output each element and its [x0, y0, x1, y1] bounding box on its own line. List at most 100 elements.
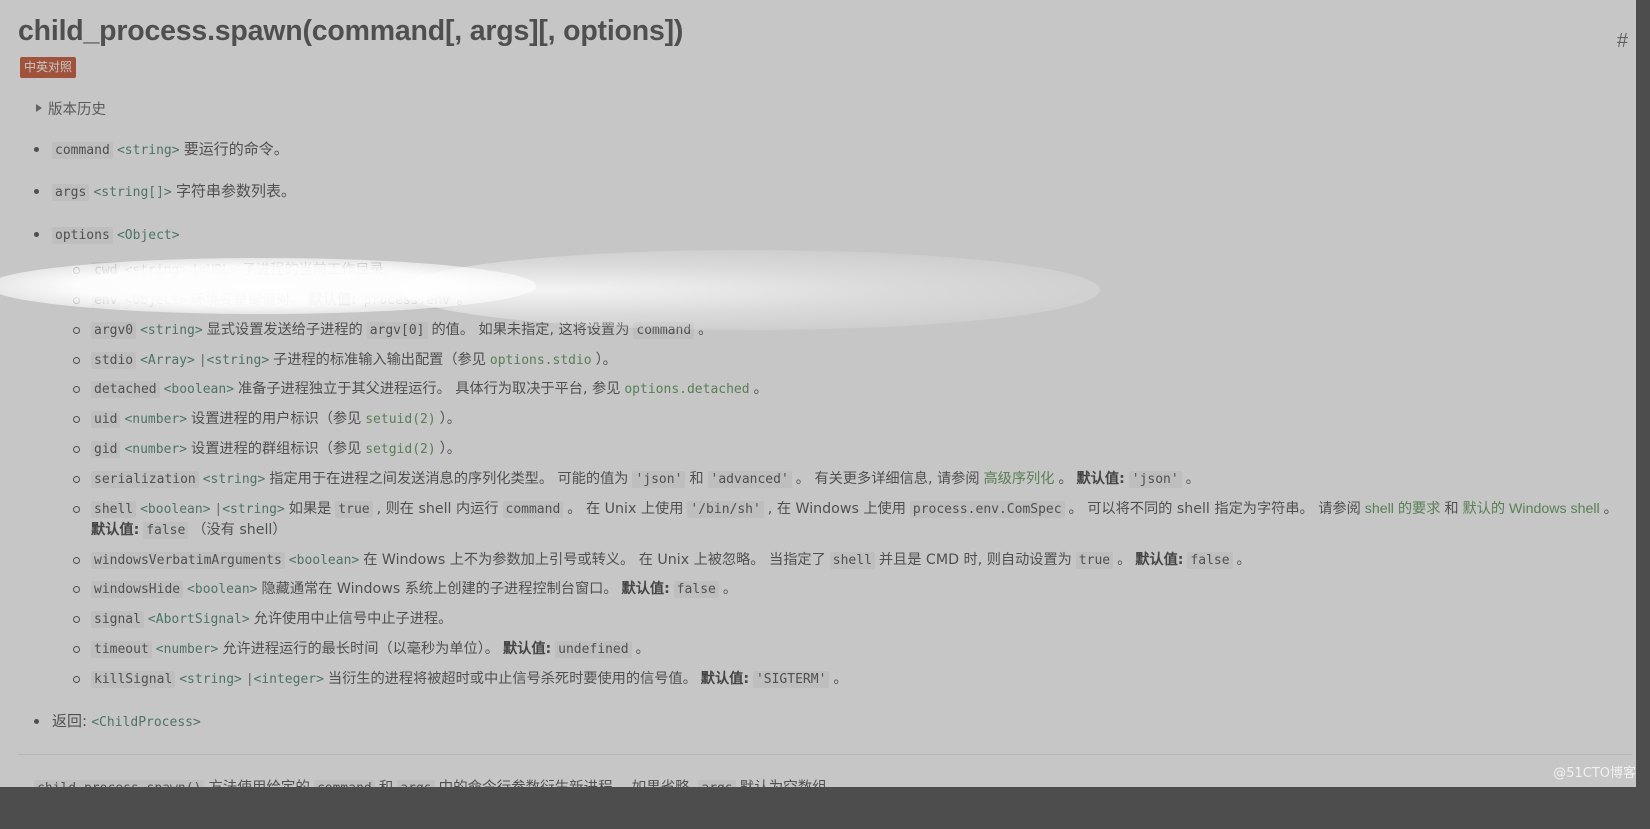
option-list-item: argv0 <string> 显式设置发送给子进程的 argv[0] 的值。 如… [70, 320, 1632, 341]
default-value-label: 默认值: [502, 641, 552, 658]
option-name: timeout [91, 641, 152, 659]
option-list-item: gid <number> 设置进程的群组标识（参见 setgid(2) ）。 [70, 439, 1632, 460]
inline-code: 'advanced' [707, 470, 792, 488]
inline-text: （没有 shell） [192, 521, 287, 538]
inline-text: 。 [753, 381, 768, 398]
option-list-item: serialization <string> 指定用于在进程之间发送消息的序列化… [70, 469, 1632, 490]
option-name: cwd [91, 262, 121, 280]
inline-text: 。 可以将不同的 shell 指定为字符串。 请参阅 [1068, 500, 1361, 517]
inline-text: ）。 [439, 440, 461, 457]
inline-text: 子进程的当前工作目录。 [241, 262, 398, 279]
inline-link[interactable]: 高级序列化 [983, 471, 1054, 487]
option-list-item: timeout <number> 允许进程运行的最长时间（以毫秒为单位）。 默认… [70, 639, 1632, 660]
inline-code-link[interactable]: options.detached [624, 382, 749, 397]
list-item: args <string[]> 字符串参数列表。 [32, 181, 1632, 203]
option-list-item: env <Object> 环境变量键值对。 默认值: process.env 。 [70, 290, 1632, 311]
returns-label: 返回: [52, 712, 88, 731]
inline-text: 和 [1444, 500, 1459, 517]
option-name: serialization [91, 470, 199, 488]
inline-text: 允许使用中止信号中止子进程。 [253, 611, 453, 628]
inline-text: 允许进程运行的最长时间（以毫秒为单位）。 [222, 641, 499, 658]
default-value-label: 默认值: [1135, 551, 1184, 568]
inline-text: ）。 [595, 351, 617, 368]
list-item: options <Object> cwd <string> | <URL> 子进程… [32, 224, 1632, 690]
option-type: <number> [124, 441, 188, 457]
version-history-disclosure[interactable]: 版本历史 [36, 98, 1632, 119]
inline-text: 。 [635, 641, 650, 658]
inline-text: 设置进程的群组标识（参见 [191, 440, 362, 457]
inline-text: , 在 Windows 上使用 [767, 500, 906, 517]
option-name: uid [91, 411, 121, 429]
option-type: <string> [124, 263, 188, 279]
option-type: <boolean> [288, 552, 360, 568]
option-type: <number> [155, 642, 219, 658]
inline-code: shell [829, 551, 875, 569]
inline-code-link[interactable]: setgid(2) [365, 442, 435, 457]
option-type: <string> [202, 471, 266, 487]
inline-code-link[interactable]: options.stdio [490, 353, 592, 368]
option-type: <string> [222, 501, 285, 517]
inline-text: 指定用于在进程之间发送消息的序列化类型。 可能的值为 [269, 470, 629, 487]
inline-text: 并且是 CMD 时, 则自动设置为 [878, 551, 1072, 568]
option-list-item: windowsVerbatimArguments <boolean> 在 Win… [70, 550, 1632, 571]
option-list-item: uid <number> 设置进程的用户标识（参见 setuid(2) ）。 [70, 409, 1632, 430]
inline-code: 'json' [632, 470, 686, 488]
inline-text: 如果是 [288, 500, 332, 517]
inline-text: , 则在 shell 内运行 [376, 500, 499, 517]
inline-text: 。 [1603, 500, 1618, 517]
version-history-label: 版本历史 [48, 101, 106, 118]
document-page: # child_process.spawn(command[, args][, … [0, 0, 1650, 829]
inline-text: 显式设置发送给子进程的 [206, 321, 363, 338]
inline-text: 。 [833, 670, 848, 687]
badge-row: 中英对照 [20, 56, 1632, 78]
option-name: stdio [91, 351, 137, 369]
option-list-item: detached <boolean> 准备子进程独立于其父进程运行。 具体行为取… [70, 379, 1632, 400]
option-list-item: signal <AbortSignal> 允许使用中止信号中止子进程。 [70, 609, 1632, 630]
inline-code: '/bin/sh' [687, 500, 764, 518]
default-value-label: 默认值: [308, 291, 357, 308]
option-type: <Array> [140, 352, 195, 368]
option-name: gid [91, 440, 121, 458]
inline-text: 。 在 Unix 上使用 [567, 500, 684, 517]
inline-code: argv[0] [366, 321, 428, 339]
inline-text: 环境变量键值对。 [191, 291, 305, 308]
option-type: <boolean> [187, 582, 258, 598]
option-name: detached [91, 381, 160, 399]
option-list-item: shell <boolean> | <string> 如果是 true , 则在 … [70, 499, 1632, 542]
bottom-gutter [0, 787, 1650, 829]
inline-code: 'json' [1128, 470, 1182, 488]
inline-text: 。 [1236, 551, 1251, 568]
inline-text: 设置进程的用户标识（参见 [191, 411, 362, 428]
inline-text: 。 [722, 581, 738, 598]
inline-code: false [673, 581, 719, 599]
option-name: argv0 [91, 321, 137, 339]
inline-text: 。 [1117, 551, 1132, 568]
inline-code-link[interactable]: setuid(2) [365, 412, 435, 427]
parameter-list: command <string> 要运行的命令。 args <string[]>… [18, 139, 1632, 733]
param-type: <Object> [116, 228, 180, 244]
inline-text: ）。 [439, 411, 461, 428]
inline-link[interactable]: 默认的 Windows shell [1463, 501, 1600, 517]
version-history-summary[interactable]: 版本历史 [36, 98, 1632, 119]
inline-text: 隐藏通常在 Windows 系统上创建的子进程控制台窗口。 [261, 581, 618, 598]
type-separator: | [247, 670, 252, 687]
inline-text: 。 有关更多详细信息, 请参阅 [795, 470, 980, 487]
inline-link[interactable]: shell 的要求 [1365, 501, 1441, 517]
inline-code: true [335, 500, 373, 518]
inline-text: 和 [689, 470, 704, 487]
right-gutter [1636, 0, 1650, 829]
page-title: child_process.spawn(command[, args][, op… [18, 15, 684, 47]
param-name: options [52, 227, 113, 245]
type-separator: | [193, 262, 197, 279]
option-type: <string> [206, 352, 270, 368]
param-type: <string> [116, 142, 180, 158]
param-name: command [52, 141, 113, 159]
default-value-label: 默认值: [91, 521, 140, 538]
anchor-link-icon[interactable]: # [1617, 30, 1628, 53]
bilingual-badge[interactable]: 中英对照 [20, 56, 77, 78]
option-name: windowsVerbatimArguments [91, 551, 285, 569]
option-type: <Object> [124, 292, 188, 308]
option-type: <integer> [253, 671, 324, 687]
inline-text: 。 [1058, 470, 1073, 487]
inline-code: false [143, 521, 189, 539]
